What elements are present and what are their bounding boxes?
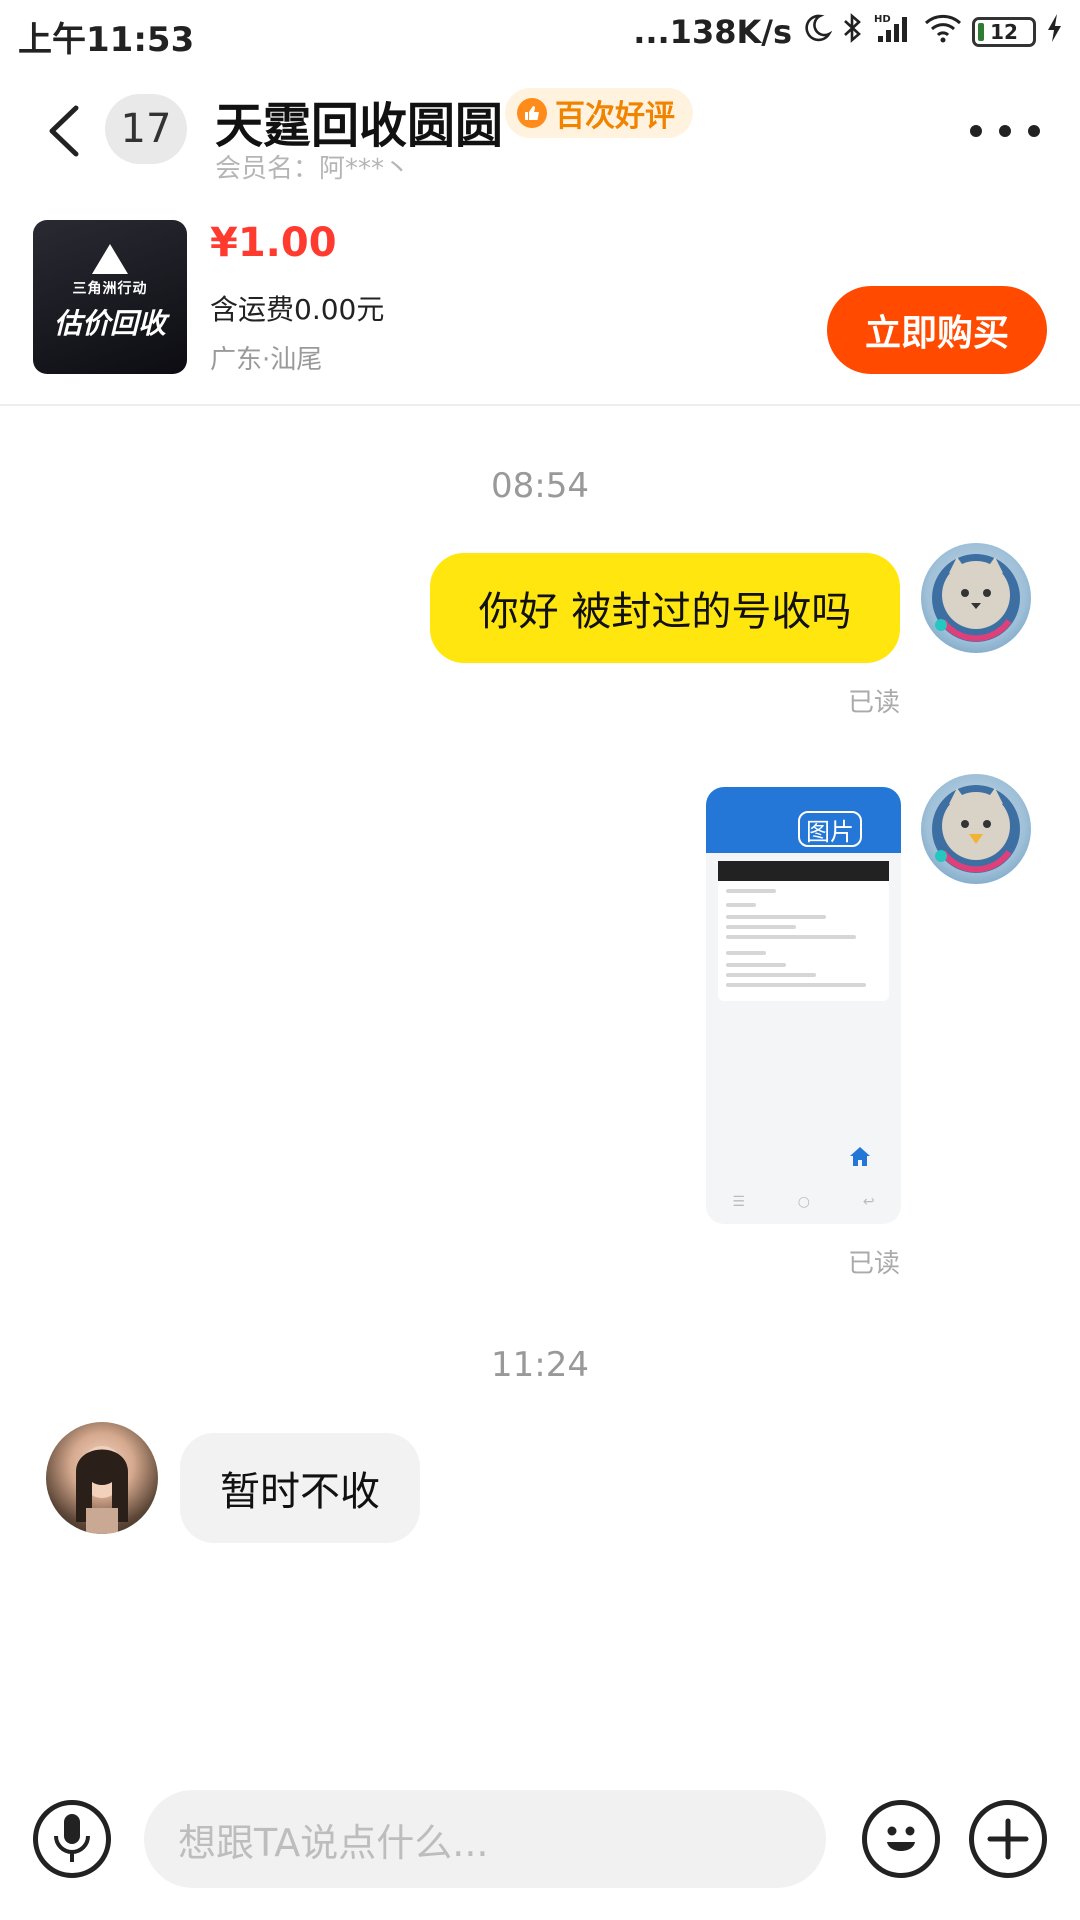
- image-text-line: [726, 915, 826, 919]
- product-image-subtitle: 三角洲行动: [72, 281, 148, 297]
- message-timestamp: 08:54: [491, 466, 589, 506]
- unread-count-badge[interactable]: 17: [105, 94, 187, 164]
- image-label: 图片: [798, 811, 862, 847]
- charging-icon: [1046, 13, 1064, 51]
- chat-title: 天霆回收圆圆: [215, 98, 504, 154]
- my-avatar[interactable]: [921, 543, 1031, 653]
- member-name: 会员名：阿***丶: [215, 154, 411, 184]
- voice-button[interactable]: [33, 1800, 111, 1878]
- product-image[interactable]: 三角洲行动 估价回收: [33, 220, 187, 374]
- moon-icon: [802, 13, 833, 51]
- person-avatar-icon: [76, 1446, 128, 1534]
- more-dot-icon: [1028, 125, 1040, 137]
- chevron-left-icon: [49, 105, 79, 157]
- image-text-line: [726, 973, 816, 977]
- network-speed: ...138K/s: [633, 13, 792, 51]
- product-card[interactable]: 三角洲行动 估价回收 ¥1.00 含运费0.00元 广东·汕尾 立即购买: [0, 196, 1080, 406]
- status-bar: 上午11:53 ...138K/s HD 12: [0, 0, 1080, 66]
- image-text-line: [726, 951, 766, 955]
- read-status: 已读: [847, 688, 900, 718]
- menu-nav-icon: ☰: [732, 1194, 745, 1210]
- outgoing-image-message[interactable]: 图片 ☰ ○ ↩: [706, 787, 901, 1224]
- image-text-line: [726, 963, 786, 967]
- image-text-line: [726, 925, 796, 929]
- product-logo: 三角洲行动 估价回收: [33, 244, 187, 342]
- thumbs-up-icon: [517, 98, 547, 128]
- shipping-fee: 含运费0.00元: [210, 293, 385, 326]
- home-nav-icon: ○: [797, 1194, 811, 1210]
- plus-icon: [987, 1818, 1029, 1860]
- chat-header: 17 天霆回收圆圆 百次好评 会员名：阿***丶: [0, 66, 1080, 196]
- buy-now-button[interactable]: 立即购买: [827, 286, 1047, 374]
- battery-icon: 12: [972, 17, 1036, 47]
- contact-avatar[interactable]: [46, 1422, 158, 1534]
- more-options-button[interactable]: [970, 116, 1040, 146]
- microphone-icon: [54, 1814, 90, 1862]
- back-nav-icon: ↩: [862, 1194, 875, 1210]
- message-timestamp: 11:24: [491, 1345, 589, 1385]
- emoji-button[interactable]: [862, 1800, 940, 1878]
- product-location: 广东·汕尾: [210, 345, 323, 375]
- smiley-icon: [887, 1826, 915, 1851]
- cat-avatar-icon: [932, 785, 1020, 873]
- more-dot-icon: [970, 125, 982, 137]
- product-price: ¥1.00: [210, 220, 337, 266]
- back-button[interactable]: [40, 96, 90, 166]
- more-dot-icon: [999, 125, 1011, 137]
- status-time: 上午11:53: [18, 20, 195, 60]
- message-input[interactable]: 想跟TA说点什么...: [144, 1790, 826, 1888]
- image-preview-card: [718, 861, 889, 1001]
- delta-logo-icon: [92, 244, 128, 274]
- image-text-line: [726, 983, 866, 987]
- incoming-message-bubble[interactable]: 暂时不收: [180, 1433, 420, 1543]
- outgoing-message-bubble[interactable]: 你好 被封过的号收吗: [430, 553, 900, 663]
- image-preview-banner: [718, 861, 889, 881]
- home-icon: [848, 1145, 872, 1169]
- rating-text: 百次好评: [555, 99, 675, 134]
- rating-badge[interactable]: 百次好评: [505, 88, 693, 138]
- hd-signal-icon: HD: [874, 12, 914, 52]
- bluetooth-icon: [842, 12, 864, 52]
- image-nav-bar: ☰ ○ ↩: [706, 1187, 901, 1217]
- my-avatar[interactable]: [921, 774, 1031, 884]
- svg-text:HD: HD: [874, 14, 891, 25]
- wifi-icon: [924, 13, 962, 51]
- image-text-line: [726, 903, 756, 907]
- battery-level: 12: [990, 20, 1018, 44]
- add-attachment-button[interactable]: [969, 1800, 1047, 1878]
- message-input-bar: 想跟TA说点什么...: [0, 1790, 1080, 1890]
- status-icons: ...138K/s HD 12: [633, 12, 1064, 52]
- image-text-line: [726, 889, 776, 893]
- cat-avatar-icon: [932, 554, 1020, 642]
- read-status: 已读: [847, 1249, 900, 1279]
- image-text-line: [726, 935, 856, 939]
- product-image-title: 估价回收: [53, 307, 166, 340]
